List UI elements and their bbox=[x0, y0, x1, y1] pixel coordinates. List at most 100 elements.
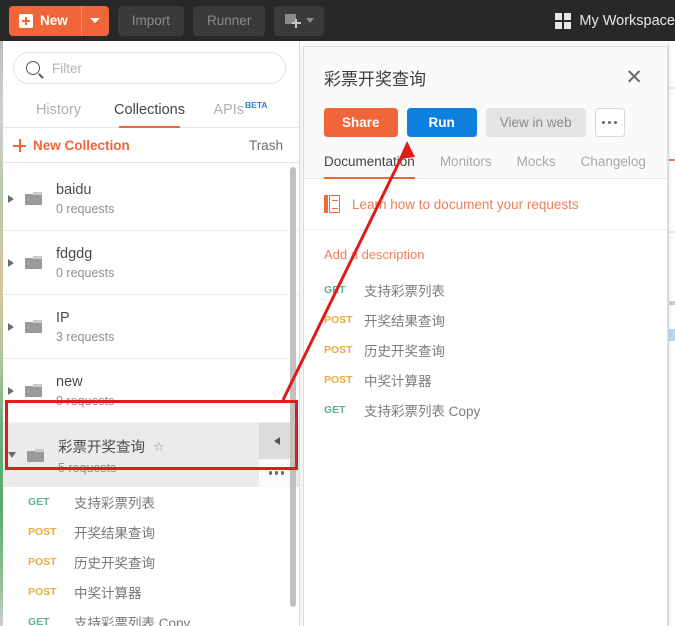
collection-name: IP bbox=[56, 309, 70, 326]
sidebar-scrollbar-thumb[interactable] bbox=[290, 167, 296, 607]
more-options-button[interactable] bbox=[594, 108, 625, 137]
doc-panel-header: 彩票开奖查询 ✕ Share Run View in web Documenta… bbox=[304, 47, 667, 179]
tab-monitors[interactable]: Monitors bbox=[440, 154, 492, 178]
sidebar-scrollbar[interactable] bbox=[290, 167, 296, 626]
request-method: POST bbox=[324, 314, 353, 326]
doc-title-row: 彩票开奖查询 ✕ bbox=[324, 65, 647, 90]
chevron-down-icon bbox=[305, 18, 314, 23]
sidebar-request-row[interactable]: POST 开奖结果查询 bbox=[0, 517, 299, 547]
star-icon[interactable]: ☆ bbox=[153, 440, 165, 453]
request-method: POST bbox=[28, 526, 57, 538]
workspace-selector[interactable]: My Workspace bbox=[555, 0, 675, 41]
doc-request-row[interactable]: POST 中奖计算器 bbox=[324, 365, 647, 395]
folder-icon bbox=[25, 320, 42, 333]
collection-documentation-panel: 彩票开奖查询 ✕ Share Run View in web Documenta… bbox=[303, 46, 668, 626]
chevron-right-icon[interactable] bbox=[8, 386, 14, 395]
learn-banner[interactable]: Learn how to document your requests bbox=[304, 179, 667, 230]
tab-apis-label: APIs bbox=[213, 102, 245, 118]
sidebar-request-row[interactable]: POST 中奖计算器 bbox=[0, 577, 299, 607]
chevron-left-icon bbox=[273, 437, 280, 445]
doc-request-row[interactable]: GET 支持彩票列表 Copy bbox=[324, 395, 647, 425]
doc-request-row[interactable]: GET 支持彩票列表 bbox=[324, 275, 647, 305]
sidebar-request-row[interactable]: POST 历史开奖查询 bbox=[0, 547, 299, 577]
top-toolbar: New Import Runner My Workspace bbox=[0, 0, 675, 41]
search-icon bbox=[26, 61, 40, 75]
collection-row-ip[interactable]: IP 3 requests bbox=[0, 295, 299, 359]
request-name: 开奖结果查询 bbox=[364, 314, 445, 329]
chevron-right-icon[interactable] bbox=[8, 194, 14, 203]
collection-request-count: 0 requests bbox=[56, 265, 115, 280]
learn-banner-text[interactable]: Learn how to document your requests bbox=[352, 197, 579, 212]
import-button[interactable]: Import bbox=[117, 5, 185, 36]
tab-documentation[interactable]: Documentation bbox=[324, 154, 415, 179]
trash-button[interactable]: Trash bbox=[249, 138, 283, 153]
request-name: 历史开奖查询 bbox=[364, 344, 445, 359]
folder-icon bbox=[25, 256, 42, 269]
collection-name: baidu bbox=[56, 181, 92, 198]
new-button-dropdown[interactable] bbox=[80, 5, 109, 36]
request-name: 支持彩票列表 Copy bbox=[74, 616, 191, 626]
collection-more-menu-button[interactable] bbox=[259, 459, 294, 487]
request-name: 中奖计算器 bbox=[74, 586, 142, 601]
new-button[interactable]: New bbox=[9, 5, 109, 36]
request-method: GET bbox=[28, 616, 50, 626]
collection-row-baidu[interactable]: baidu 0 requests bbox=[0, 167, 299, 231]
new-collection-label: New Collection bbox=[33, 138, 130, 153]
close-icon[interactable]: ✕ bbox=[621, 65, 647, 90]
collection-row-new[interactable]: new 0 requests bbox=[0, 359, 299, 423]
tab-collections[interactable]: Collections bbox=[104, 102, 195, 128]
share-button[interactable]: Share bbox=[324, 108, 398, 137]
request-name: 支持彩票列表 bbox=[364, 284, 445, 299]
doc-request-row[interactable]: POST 开奖结果查询 bbox=[324, 305, 647, 335]
filter-box[interactable] bbox=[13, 52, 286, 84]
runner-button[interactable]: Runner bbox=[193, 5, 266, 36]
view-in-web-button[interactable]: View in web bbox=[485, 108, 586, 137]
tab-mocks[interactable]: Mocks bbox=[517, 154, 556, 178]
collection-row-fdgdg[interactable]: fdgdg 0 requests bbox=[0, 231, 299, 295]
tab-changelog[interactable]: Changelog bbox=[581, 154, 646, 178]
sliver-line bbox=[669, 87, 675, 89]
page-title: 彩票开奖查询 bbox=[324, 70, 426, 89]
doc-request-row[interactable]: POST 历史开奖查询 bbox=[324, 335, 647, 365]
folder-icon bbox=[25, 384, 42, 397]
collapse-sidebar-button[interactable] bbox=[259, 423, 294, 459]
window-edge-artifact bbox=[0, 41, 3, 626]
collection-row-selected[interactable]: 彩票开奖查询 ☆ 5 requests bbox=[0, 423, 299, 487]
book-icon bbox=[324, 195, 340, 213]
request-method: POST bbox=[324, 374, 353, 386]
chevron-right-icon[interactable] bbox=[8, 258, 14, 267]
request-method: GET bbox=[324, 404, 346, 416]
sidebar-actions: New Collection Trash bbox=[0, 128, 299, 163]
run-button[interactable]: Run bbox=[406, 108, 477, 137]
sliver-line bbox=[669, 159, 675, 161]
workspace-label: My Workspace bbox=[579, 12, 675, 29]
sliver-line bbox=[669, 231, 675, 233]
collection-request-count: 0 requests bbox=[56, 393, 115, 408]
collection-name: 彩票开奖查询 bbox=[58, 439, 145, 456]
collection-request-count: 3 requests bbox=[56, 329, 115, 344]
new-button-label: New bbox=[40, 13, 68, 28]
request-name: 支持彩票列表 Copy bbox=[364, 404, 481, 419]
new-button-main[interactable]: New bbox=[9, 6, 81, 36]
new-collection-button[interactable]: New Collection bbox=[13, 138, 130, 153]
sidebar-request-row[interactable]: GET 支持彩票列表 bbox=[0, 487, 299, 517]
doc-action-buttons: Share Run View in web bbox=[324, 108, 647, 137]
new-window-plus-icon bbox=[284, 13, 301, 28]
request-method: GET bbox=[324, 284, 346, 296]
folder-icon bbox=[25, 192, 42, 205]
sidebar-request-row[interactable]: GET 支持彩票列表 Copy bbox=[0, 607, 299, 626]
collection-list: baidu 0 requests fdgdg 0 requests IP 3 r… bbox=[0, 167, 299, 626]
chevron-right-icon[interactable] bbox=[8, 322, 14, 331]
collection-name-row: 彩票开奖查询 ☆ bbox=[58, 436, 165, 457]
search-input[interactable] bbox=[50, 59, 273, 77]
collection-request-count: 5 requests bbox=[58, 460, 117, 475]
plus-icon bbox=[13, 139, 26, 152]
request-name: 历史开奖查询 bbox=[74, 556, 155, 571]
add-description-link[interactable]: Add a description bbox=[304, 230, 667, 262]
tab-history[interactable]: History bbox=[13, 102, 104, 127]
folder-icon bbox=[27, 448, 44, 462]
chevron-down-icon[interactable] bbox=[8, 452, 16, 458]
new-window-button[interactable] bbox=[274, 5, 325, 36]
tab-apis[interactable]: APIsBETA bbox=[195, 100, 286, 127]
doc-request-list: GET 支持彩票列表 POST 开奖结果查询 POST 历史开奖查询 POST … bbox=[304, 262, 667, 425]
